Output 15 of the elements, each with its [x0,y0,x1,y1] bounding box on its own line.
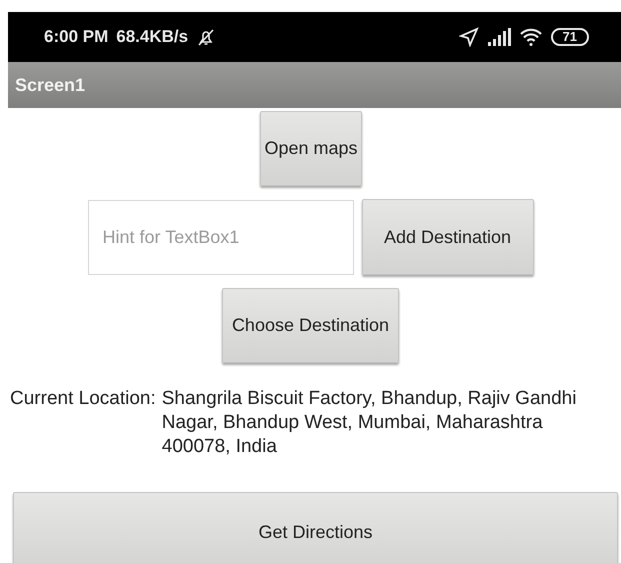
signal-icon [486,27,511,47]
muted-bell-icon [196,27,216,47]
get-directions-button[interactable]: Get Directions [13,492,618,563]
network-speed: 68.4KB/s [116,26,188,48]
wifi-icon [518,27,543,47]
choose-destination-button[interactable]: Choose Destination [222,288,399,363]
text-box[interactable]: Hint for TextBox1 [88,200,354,274]
battery-indicator: 71 [550,28,589,46]
screen-title: Screen1 [15,74,86,96]
location-address: Shangrila Biscuit Factory, Bhandup, Rajiv Gandhi Nagar, Bhandup West, Mumbai, Maharashtra 400078, India [162,387,578,459]
open-maps-button[interactable]: Open maps [260,111,362,186]
location-arrow-icon [458,27,479,47]
add-destination-button[interactable]: Add Destination [362,199,534,275]
status-time: 6:00 PM [44,26,108,48]
location-label: Current Location: [10,387,156,411]
